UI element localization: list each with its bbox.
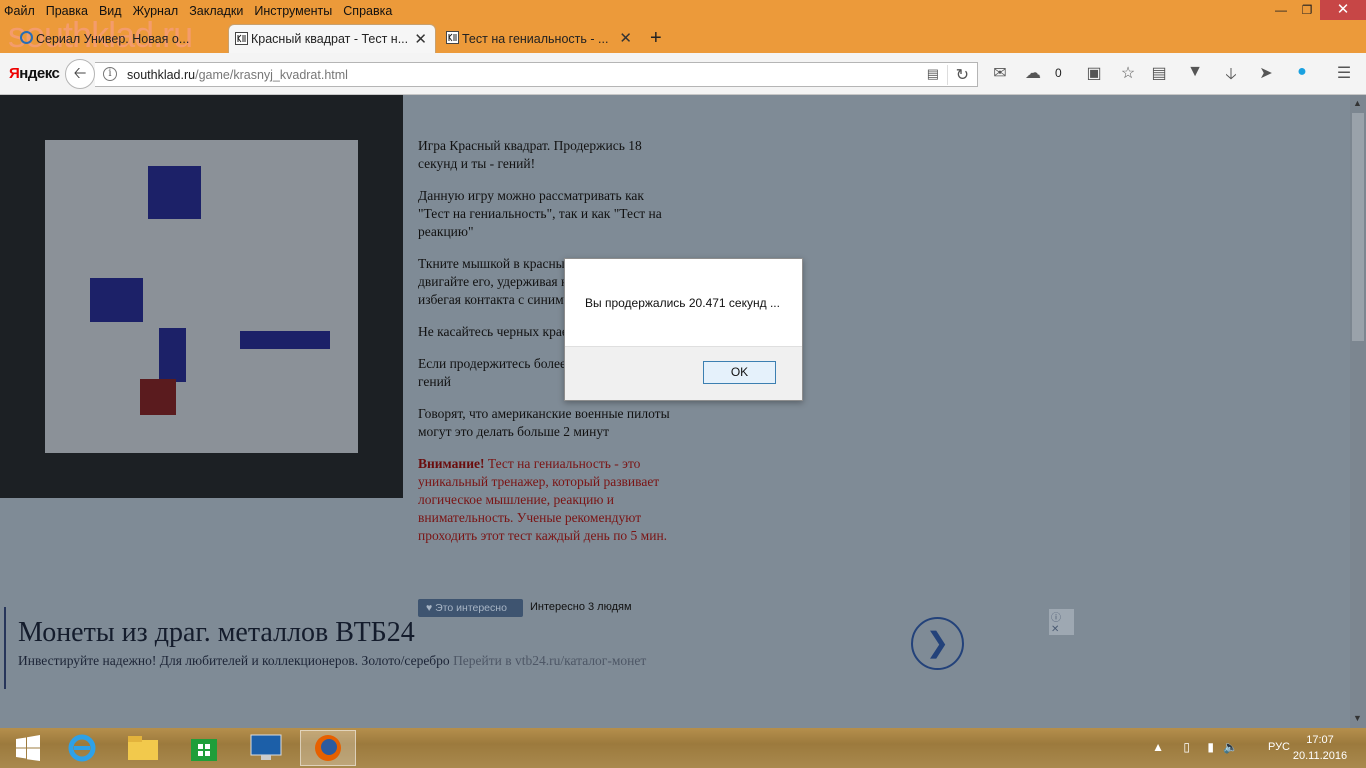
language-indicator[interactable]: РУС: [1268, 741, 1290, 753]
tab-close-icon[interactable]: ✕: [414, 30, 427, 48]
tray-expand-icon[interactable]: ▲: [1152, 740, 1164, 754]
menu-help[interactable]: Справка: [343, 4, 392, 18]
ad-banner[interactable]: Монеты из драг. металлов ВТБ24 Инвестиру…: [4, 607, 1074, 689]
tab-close-icon[interactable]: ✕: [619, 29, 632, 47]
minimize-button[interactable]: —: [1268, 0, 1294, 20]
favicon-icon: [20, 31, 33, 44]
address-bar[interactable]: i southklad.ru/game/krasnyj_kvadrat.html…: [95, 62, 978, 87]
blue-square: [90, 278, 143, 322]
chevron-right-icon[interactable]: ❯: [911, 617, 964, 670]
scroll-up-icon[interactable]: ▲: [1353, 98, 1362, 108]
ok-button[interactable]: OK: [703, 361, 776, 384]
url-text[interactable]: southklad.ru/game/krasnyj_kvadrat.html: [127, 68, 348, 82]
menu-history[interactable]: Журнал: [133, 4, 179, 18]
blue-square: [159, 328, 186, 382]
hamburger-menu-icon[interactable]: ☰: [1333, 63, 1355, 83]
battery-icon[interactable]: ▯: [1183, 740, 1190, 754]
volume-icon[interactable]: 🔈: [1223, 740, 1238, 754]
tab-bar: Сериал Универ. Новая о... Красный квадра…: [0, 24, 1366, 53]
browser-chrome: southklad.ru Файл Правка Вид Журнал Закл…: [0, 0, 1366, 95]
menu-file[interactable]: Файл: [4, 4, 35, 18]
taskbar: ▲ ▯ ▮ 🔈 РУС 17:07 20.11.2016: [0, 728, 1366, 768]
file-explorer-icon[interactable]: [115, 730, 171, 766]
bookmark-star-icon[interactable]: ☆: [1117, 63, 1139, 83]
scroll-down-icon[interactable]: ▼: [1353, 713, 1362, 723]
blue-square: [148, 166, 201, 219]
tab-title: Тест на гениальность - ...: [462, 31, 609, 46]
store-icon[interactable]: [176, 730, 232, 766]
game-field: [45, 140, 358, 453]
tab-genius-test[interactable]: Тест на гениальность - ... ✕: [440, 24, 640, 53]
menu-tools[interactable]: Инструменты: [254, 4, 332, 18]
clock-time[interactable]: 17:07: [1290, 734, 1350, 746]
reload-icon[interactable]: ↻: [946, 65, 969, 85]
ad-info-close[interactable]: ⓘ ✕: [1049, 609, 1074, 635]
game-frame: [0, 95, 403, 498]
bookmarks-list-icon[interactable]: ▤: [1148, 63, 1170, 83]
site-info-icon[interactable]: i: [103, 67, 117, 81]
warning-paragraph: Внимание! Тест на гениальность - это уни…: [418, 456, 668, 543]
maximize-button[interactable]: ❐: [1294, 0, 1320, 20]
dialog-message: Вы продержались 20.471 секунд ...: [585, 296, 780, 310]
download-icon[interactable]: 🡣: [1220, 63, 1242, 90]
paragraph: Игра Красный квадрат. Продержись 18 секу…: [418, 138, 642, 171]
favicon-icon: [235, 32, 248, 45]
dialog-footer: OK: [565, 346, 802, 400]
mail-icon[interactable]: ✉: [989, 63, 1011, 83]
firefox-icon[interactable]: [300, 730, 356, 766]
menu-edit[interactable]: Правка: [46, 4, 88, 18]
pocket-icon[interactable]: ▼: [1184, 63, 1206, 81]
favicon-icon: [446, 31, 459, 44]
windows-logo-icon: [16, 735, 40, 761]
menu-bar: Файл Правка Вид Журнал Закладки Инструме…: [0, 0, 1366, 22]
tab-serial[interactable]: Сериал Универ. Новая о...: [14, 24, 226, 53]
page-content: Игра Красный квадрат. Продержись 18 секу…: [0, 95, 1350, 728]
ad-title[interactable]: Монеты из драг. металлов ВТБ24: [18, 617, 415, 649]
disk-icon[interactable]: ▣: [1083, 63, 1105, 83]
skype-icon[interactable]: ●: [1291, 63, 1313, 81]
tab-title: Красный квадрат - Тест н...: [251, 32, 409, 46]
signal-icon[interactable]: ▮: [1207, 740, 1214, 754]
clock-date[interactable]: 20.11.2016: [1290, 750, 1350, 762]
close-window-button[interactable]: ✕: [1320, 0, 1366, 20]
navigation-bar: Яндекс 🡠 i southklad.ru/game/krasnyj_kva…: [0, 53, 1366, 95]
paragraph: Говорят, что американские военные пилоты…: [418, 406, 670, 439]
window-controls: — ❐ ✕: [1268, 0, 1366, 22]
arrow-left-icon: 🡠: [73, 65, 87, 82]
tab-red-square-active[interactable]: Красный квадрат - Тест н... ✕: [228, 24, 436, 53]
paragraph: Данную игру можно рассматривать как "Тес…: [418, 188, 662, 239]
blue-square: [240, 331, 330, 349]
back-button[interactable]: 🡠: [65, 59, 95, 89]
lenovo-app-icon[interactable]: [238, 730, 294, 766]
menu-bookmarks[interactable]: Закладки: [189, 4, 243, 18]
weather-icon[interactable]: ☁: [1022, 63, 1044, 83]
red-square[interactable]: [140, 379, 176, 415]
internet-explorer-icon[interactable]: [54, 730, 110, 766]
vertical-scrollbar[interactable]: ▲ ▼: [1350, 95, 1366, 728]
scroll-thumb[interactable]: [1352, 113, 1364, 341]
tab-title: Сериал Универ. Новая о...: [36, 31, 190, 46]
ad-link[interactable]: Перейти в vtb24.ru/каталог-монет: [453, 653, 646, 668]
menu-view[interactable]: Вид: [99, 4, 122, 18]
start-button[interactable]: [0, 730, 56, 766]
yandex-logo[interactable]: Яндекс: [9, 65, 60, 82]
weather-temperature: 0: [1055, 66, 1062, 80]
reader-view-icon[interactable]: ▤: [927, 66, 939, 82]
alert-dialog: Вы продержались 20.471 секунд ... OK: [564, 258, 803, 401]
send-icon[interactable]: ➤: [1255, 63, 1277, 83]
ad-text: Инвестируйте надежно! Для любителей и ко…: [18, 653, 647, 668]
new-tab-button[interactable]: +: [650, 27, 662, 50]
